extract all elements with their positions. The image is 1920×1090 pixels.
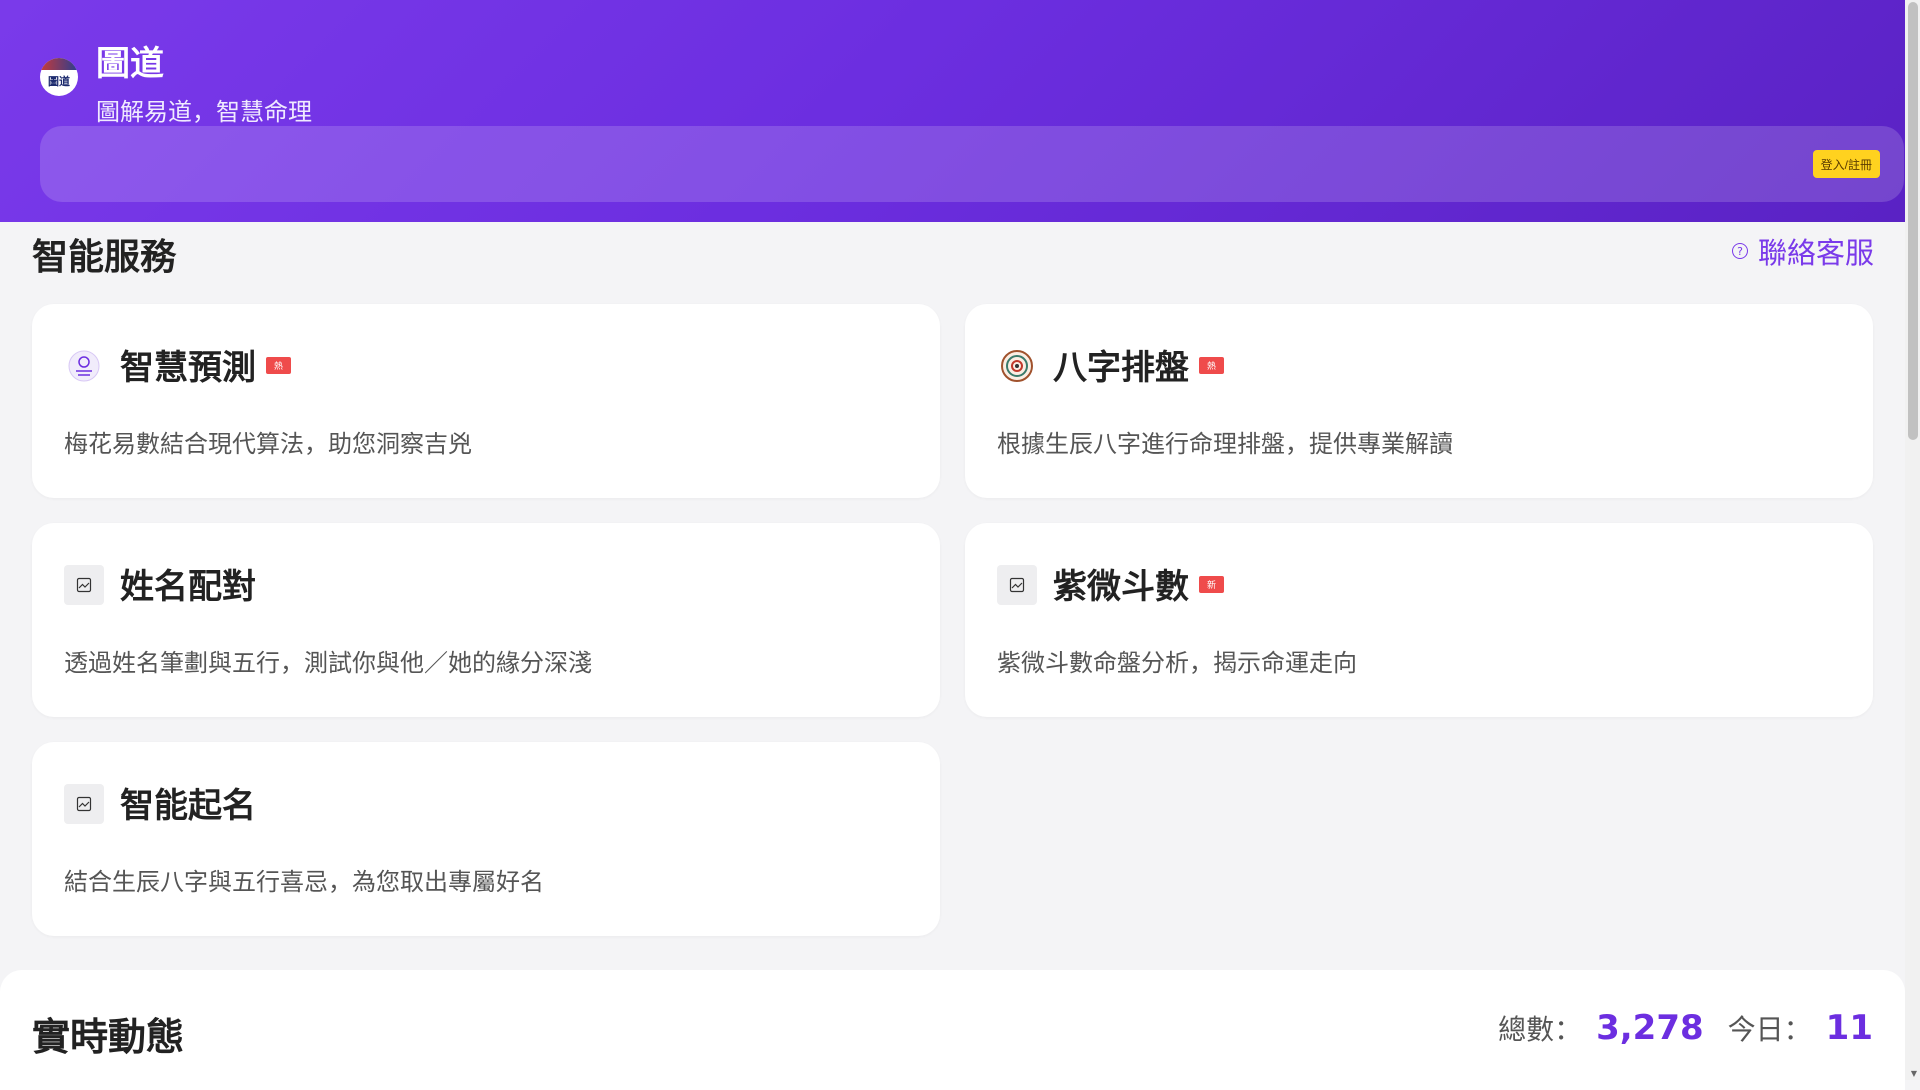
today-value: 11	[1825, 1008, 1873, 1048]
service-card-bazi[interactable]: 八字排盤熱 根據生辰八字進行命理排盤，提供專業解讀	[965, 304, 1873, 498]
login-register-button[interactable]: 登入/註冊	[1812, 150, 1880, 178]
new-badge: 新	[1199, 576, 1225, 593]
question-icon: ?	[1731, 243, 1748, 259]
app-subtitle: 圖解易道，智慧命理	[96, 98, 312, 126]
scroll-down-icon[interactable]: ▼	[1911, 1069, 1917, 1078]
service-card-naming[interactable]: 智能起名 結合生辰八字與五行喜忌，為您取出專屬好名	[32, 742, 940, 936]
service-card-name-match[interactable]: 姓名配對 透過姓名筆劃與五行，測試你與他／她的緣分深淺	[32, 523, 940, 717]
card-description: 透過姓名筆劃與五行，測試你與他／她的緣分深淺	[64, 649, 592, 677]
live-title: 實時動態	[32, 1015, 185, 1059]
scrollbar-thumb[interactable]	[1908, 2, 1918, 440]
card-description: 根據生辰八字進行命理排盤，提供專業解讀	[997, 430, 1453, 458]
logo[interactable]: 圖道	[40, 58, 78, 96]
image-icon	[64, 565, 104, 605]
contact-support-label: 聯絡客服	[1757, 236, 1874, 270]
service-card-ziwei[interactable]: 紫微斗數新 紫微斗數命盤分析，揭示命運走向	[965, 523, 1873, 717]
contact-support-link[interactable]: ? 聯絡客服	[1731, 230, 1874, 272]
card-description: 梅花易數結合現代算法，助您洞察吉兇	[64, 430, 472, 458]
header: 圖道 圖道 圖解易道，智慧命理 登入/註冊	[0, 0, 1905, 222]
card-title: 姓名配對	[120, 567, 256, 607]
wheel-icon	[64, 346, 104, 386]
today-label: 今日：	[1727, 1013, 1812, 1046]
app-title: 圖道	[96, 44, 164, 84]
card-title: 智能起名	[120, 786, 256, 826]
hot-badge: 熱	[266, 357, 292, 374]
total-label: 總數：	[1498, 1013, 1583, 1046]
total-value: 3,278	[1596, 1008, 1704, 1048]
section-title: 智能服務	[32, 237, 177, 278]
image-icon	[64, 784, 104, 824]
scrollbar[interactable]: ▼	[1905, 0, 1920, 1080]
nav-bar: 登入/註冊	[40, 126, 1904, 202]
card-description: 結合生辰八字與五行喜忌，為您取出專屬好名	[64, 868, 544, 896]
compass-icon	[997, 346, 1037, 386]
live-activity-panel: 實時動態 總數： 3,278 今日： 11	[0, 970, 1905, 1090]
card-title: 紫微斗數	[1053, 567, 1189, 607]
hot-badge: 熱	[1199, 357, 1225, 374]
card-title: 智慧預測	[120, 348, 256, 388]
card-title: 八字排盤	[1053, 348, 1189, 388]
service-card-prediction[interactable]: 智慧預測熱 梅花易數結合現代算法，助您洞察吉兇	[32, 304, 940, 498]
logo-text: 圖道	[48, 75, 70, 88]
stats: 總數： 3,278 今日： 11	[1498, 1008, 1873, 1048]
image-icon	[997, 565, 1037, 605]
card-description: 紫微斗數命盤分析，揭示命運走向	[997, 649, 1357, 677]
